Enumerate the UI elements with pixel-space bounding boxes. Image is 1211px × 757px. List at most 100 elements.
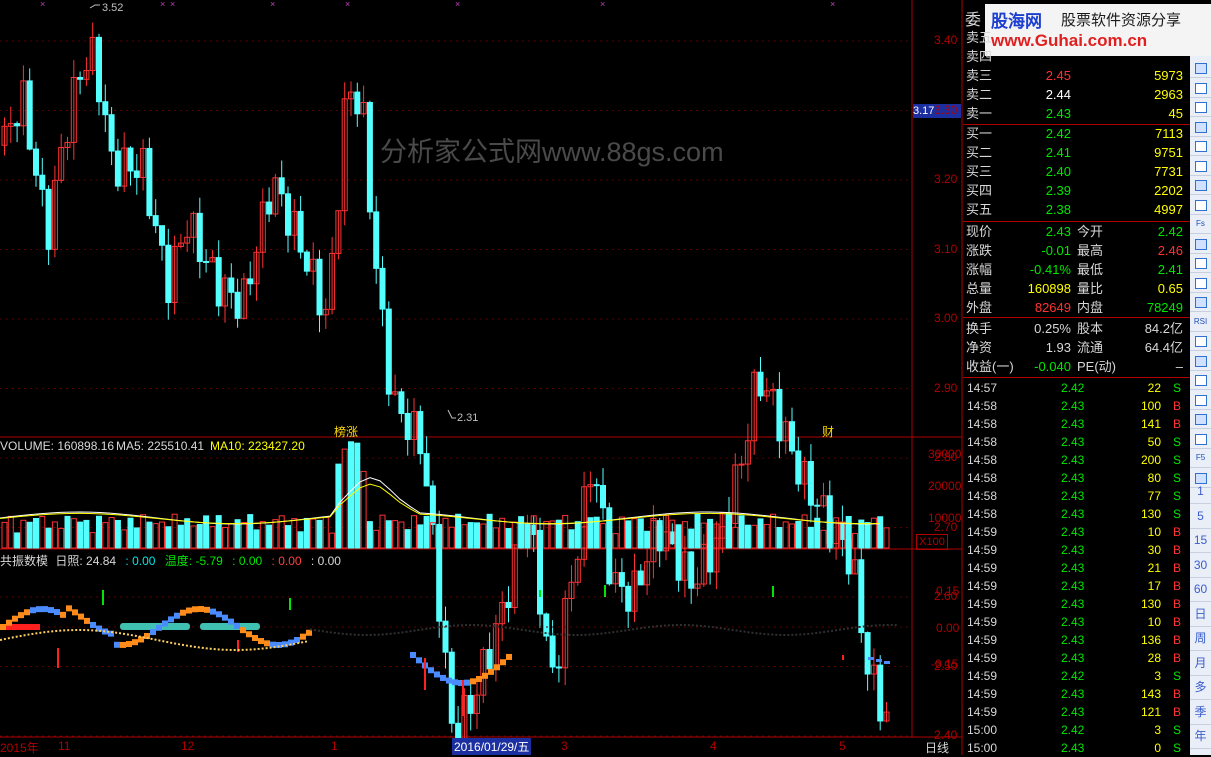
- tick-row[interactable]: 14:58 2.43 80 S: [963, 469, 1189, 487]
- indicator-step: [234, 622, 240, 629]
- tick-row[interactable]: 14:59 2.43 10 B: [963, 523, 1189, 541]
- period-btn-4[interactable]: 60: [1190, 578, 1211, 602]
- period-btn-8[interactable]: 多: [1190, 676, 1211, 700]
- tick-side: S: [1172, 471, 1181, 485]
- volume-bar: [404, 529, 411, 549]
- order-label: 买二: [966, 145, 993, 160]
- period-btn-1[interactable]: 5: [1190, 505, 1211, 529]
- period-btn-3[interactable]: 30: [1190, 554, 1211, 578]
- indicator-band: [120, 623, 190, 630]
- volume-bar: [127, 517, 134, 549]
- period-btn-9[interactable]: 季: [1190, 701, 1211, 725]
- tick-row[interactable]: 14:59 2.43 143 B: [963, 685, 1189, 703]
- tick-row[interactable]: 14:59 2.43 121 B: [963, 703, 1189, 721]
- tick-time: 14:59: [967, 633, 998, 647]
- tick-row[interactable]: 14:59 2.43 136 B: [963, 631, 1189, 649]
- tick-row[interactable]: 14:59 2.43 28 B: [963, 649, 1189, 667]
- volume-bar: [266, 524, 273, 549]
- event-label-cai[interactable]: 财: [822, 423, 834, 440]
- indicator-step: [78, 613, 84, 620]
- bars-icon[interactable]: [1190, 58, 1211, 78]
- period-btn-2[interactable]: 15: [1190, 529, 1211, 553]
- rsi-icon[interactable]: RSI: [1190, 312, 1211, 332]
- vol-icon[interactable]: [1190, 253, 1211, 273]
- tag-icon[interactable]: [1190, 292, 1211, 312]
- tick-row[interactable]: 15:00 2.42 3 S: [963, 721, 1189, 739]
- tick-row[interactable]: 14:59 2.43 30 B: [963, 541, 1189, 559]
- candle-body: [366, 101, 373, 213]
- fs-icon[interactable]: Fs: [1190, 214, 1211, 234]
- volume-bar: [644, 530, 651, 549]
- tick-side: S: [1172, 381, 1181, 395]
- tick-row[interactable]: 14:58 2.43 100 B: [963, 397, 1189, 415]
- volume-bar: [537, 529, 543, 549]
- pie-icon[interactable]: [1190, 390, 1211, 410]
- volume-ma5: MA5: 225510.41: [116, 439, 205, 453]
- grid-icon[interactable]: [1190, 117, 1211, 137]
- order-volume: 7113: [1155, 126, 1183, 141]
- indicator-step: [126, 641, 132, 648]
- period-btn-6[interactable]: 周: [1190, 627, 1211, 651]
- volume-axis-20000: 20000: [928, 479, 962, 493]
- tick-row[interactable]: 14:58 2.43 141 B: [963, 415, 1189, 433]
- tick-row[interactable]: 14:59 2.43 21 B: [963, 559, 1189, 577]
- period-btn-7[interactable]: 月: [1190, 652, 1211, 676]
- tick-price: 2.42: [1061, 381, 1085, 395]
- trend-icon[interactable]: [1190, 136, 1211, 156]
- volume-unit: X100: [916, 534, 948, 550]
- volume-bar: [795, 520, 802, 549]
- period-btn-5[interactable]: 日: [1190, 603, 1211, 627]
- tick-price: 2.43: [1061, 489, 1085, 503]
- move-icon[interactable]: [1190, 429, 1211, 449]
- signal-marker: ×: [270, 0, 275, 9]
- lock-icon[interactable]: [1190, 273, 1211, 293]
- volume-bar: [379, 514, 386, 549]
- period-btn-10[interactable]: 年: [1190, 725, 1211, 749]
- low-pointer: [447, 409, 456, 419]
- tick-row[interactable]: 14:58 2.43 200 S: [963, 451, 1189, 469]
- stat-row: 净资 1.93 流通 64.4亿: [963, 338, 1189, 357]
- volume-ma10: MA10: 223427.20: [210, 439, 305, 453]
- date-3: 3: [561, 739, 568, 753]
- volume-ma10-line: [0, 483, 881, 525]
- flag-icon[interactable]: [1190, 175, 1211, 195]
- list-icon[interactable]: [1190, 156, 1211, 176]
- move-icon-glyph: [1195, 433, 1207, 445]
- flag-icon-glyph: [1195, 180, 1207, 191]
- tick-row[interactable]: 14:58 2.43 130 S: [963, 505, 1189, 523]
- quote-separator: [963, 221, 1191, 222]
- event-label-bangzhang[interactable]: 榜涨: [334, 423, 358, 440]
- indicator-step: [186, 607, 192, 614]
- tag-icon-glyph: [1195, 297, 1207, 308]
- tick-side: B: [1172, 417, 1181, 431]
- tick-row[interactable]: 14:59 2.43 130 B: [963, 595, 1189, 613]
- book-icon[interactable]: [1190, 351, 1211, 371]
- tick-row[interactable]: 14:58 2.43 77 S: [963, 487, 1189, 505]
- fs2-icon[interactable]: F5: [1190, 448, 1211, 468]
- line-icon[interactable]: [1190, 78, 1211, 98]
- stat-value-2: 2.42: [1157, 224, 1183, 239]
- candle-body: [215, 257, 222, 307]
- dollar-icon[interactable]: [1190, 370, 1211, 390]
- tick-price: 2.43: [1061, 453, 1085, 467]
- tick-row[interactable]: 14:58 2.43 50 S: [963, 433, 1189, 451]
- bar-icon[interactable]: [1190, 234, 1211, 254]
- tick-row[interactable]: 14:59 2.42 3 S: [963, 667, 1189, 685]
- tick-side: B: [1172, 543, 1181, 557]
- tick-volume: 0: [1154, 741, 1161, 755]
- chart-icon[interactable]: [1190, 195, 1211, 215]
- tick-row[interactable]: 14:59 2.43 10 B: [963, 613, 1189, 631]
- signal-marker: ×: [160, 0, 165, 9]
- order-volume: 2202: [1154, 183, 1183, 198]
- target-icon[interactable]: [1190, 409, 1211, 429]
- ma-icon[interactable]: [1190, 331, 1211, 351]
- volume-bar: [64, 515, 71, 549]
- tick-row[interactable]: 14:59 2.43 17 B: [963, 577, 1189, 595]
- volume-bar: [133, 527, 140, 549]
- period-btn-0[interactable]: 1: [1190, 480, 1211, 504]
- tick-row[interactable]: 14:57 2.42 22 S: [963, 379, 1189, 397]
- tick-time: 14:59: [967, 651, 998, 665]
- kline-icon[interactable]: [1190, 97, 1211, 117]
- tick-row[interactable]: 15:00 2.43 0 S: [963, 739, 1189, 757]
- period-label[interactable]: 日线: [925, 739, 949, 756]
